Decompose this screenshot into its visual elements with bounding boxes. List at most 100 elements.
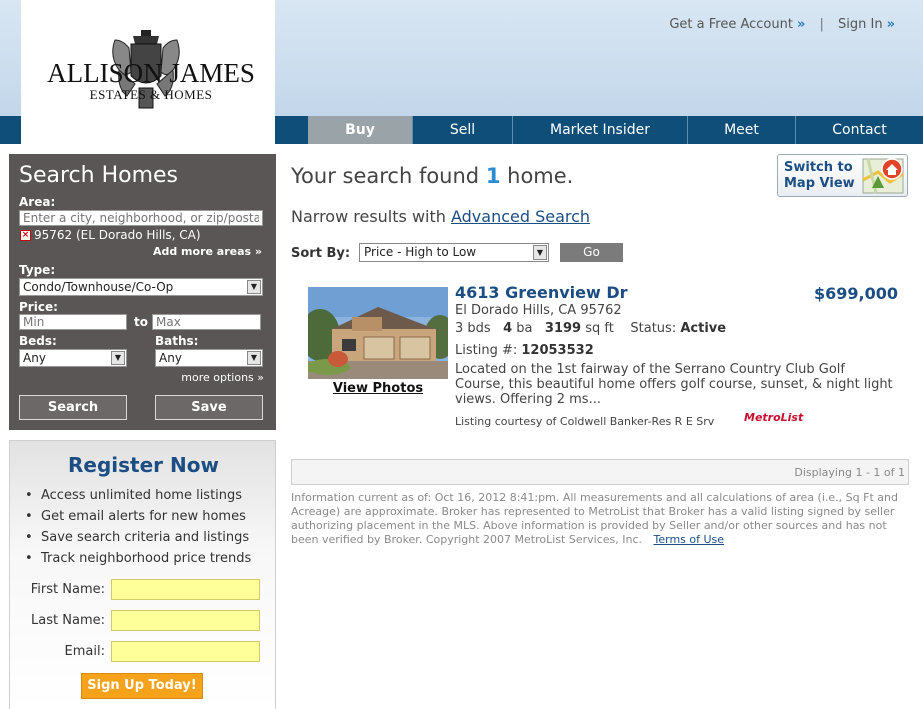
results-heading-suffix: home. [507, 164, 574, 188]
listing-description: Located on the 1st fairway of the Serran… [455, 362, 893, 407]
metrolist-logo: MetroList [744, 411, 804, 424]
email-label: Email: [64, 644, 105, 659]
add-more-areas-link[interactable]: Add more areas » [153, 245, 262, 258]
account-links: Get a Free Account» | Sign In» [669, 17, 895, 32]
listing-baths-unit: ba [516, 321, 533, 336]
search-button[interactable]: Search [19, 395, 127, 420]
beds-select[interactable]: Any ▼ [19, 349, 127, 367]
price-to-label: to [134, 315, 148, 329]
listing-city: El Dorado Hills, CA 95762 [455, 303, 622, 318]
brand-name: ALLISON JAMES [47, 58, 255, 88]
beds-select-value: Any [23, 351, 46, 365]
logo[interactable]: ALLISON JAMES ESTATES & HOMES [21, 0, 275, 144]
last-name-label: Last Name: [31, 613, 105, 628]
narrow-prefix: Narrow results with [291, 207, 446, 226]
baths-select-value: Any [159, 351, 182, 365]
link-separator: | [819, 17, 824, 32]
email-field[interactable] [111, 641, 260, 662]
listing-price: $699,000 [813, 284, 898, 303]
chevron-down-icon: ▼ [247, 351, 261, 365]
sort-select[interactable]: Price - High to Low ▼ [359, 243, 549, 262]
bullet: • [25, 509, 33, 524]
map-view-line2: Map View [784, 176, 855, 191]
listing-facts: 3 bds 4 ba 3199 sq ft Status: Active [455, 321, 726, 336]
chevron-down-icon: ▼ [533, 245, 547, 260]
disclaimer-text: Information current as of: Oct 16, 2012 … [291, 491, 905, 547]
narrow-results: Narrow results with Advanced Search [291, 207, 590, 226]
terms-of-use-link[interactable]: Terms of Use [654, 533, 725, 546]
baths-select[interactable]: Any ▼ [155, 349, 263, 367]
list-item: • Save search criteria and listings [25, 527, 251, 548]
benefit-text: Track neighborhood price trends [41, 551, 252, 566]
type-label: Type: [19, 263, 56, 277]
listing-status-label: Status: [630, 321, 677, 336]
view-photos-link[interactable]: View Photos [308, 381, 448, 396]
baths-label: Baths: [155, 334, 199, 348]
free-account-link[interactable]: Get a Free Account [669, 17, 793, 32]
brand-tagline: ESTATES & HOMES [89, 87, 213, 102]
type-select[interactable]: Condo/Townhouse/Co-Op ▼ [19, 278, 263, 296]
nav-contact[interactable]: Contact [795, 116, 923, 144]
listing-beds: 3 [455, 321, 464, 336]
price-label: Price: [19, 300, 58, 314]
pagination-bar: Displaying 1 - 1 of 1 [291, 459, 909, 485]
map-view-button[interactable]: Switch to Map View [777, 154, 908, 197]
double-arrow-icon: » [796, 17, 806, 32]
list-item: • Access unlimited home listings [25, 485, 251, 506]
listing-number-label: Listing #: [455, 343, 518, 358]
nav-market-insider[interactable]: Market Insider [512, 116, 687, 144]
benefit-text: Access unlimited home listings [41, 488, 243, 503]
area-input[interactable] [19, 210, 263, 226]
beds-label: Beds: [19, 334, 57, 348]
register-title: Register Now [68, 453, 219, 477]
bullet: • [25, 530, 33, 545]
listing-sqft: 3199 [544, 321, 582, 336]
area-label: Area: [19, 195, 56, 209]
listing-sqft-unit: sq ft [585, 321, 614, 336]
listing-address-link[interactable]: 4613 Greenview Dr [455, 283, 628, 302]
advanced-search-link[interactable]: Advanced Search [451, 207, 590, 226]
sort-select-value: Price - High to Low [364, 245, 477, 259]
sign-in-link[interactable]: Sign In [838, 17, 883, 32]
nav-meet[interactable]: Meet [687, 116, 795, 144]
chevron-down-icon: ▼ [247, 280, 261, 294]
double-arrow-icon: » [886, 17, 895, 32]
bullet: • [25, 551, 33, 566]
results-count: 1 [485, 164, 501, 188]
listing-courtesy: Listing courtesy of Coldwell Banker-Res … [455, 415, 715, 428]
benefit-text: Save search criteria and listings [41, 530, 250, 545]
nav-buy[interactable]: Buy [308, 116, 412, 144]
results-heading-prefix: Your search found [291, 164, 480, 188]
search-panel-title: Search Homes [19, 163, 179, 188]
search-homes-panel: Search Homes Area: × 95762 (EL Dorado Hi… [9, 154, 276, 430]
listing-beds-unit: bds [467, 321, 491, 336]
first-name-field[interactable] [111, 579, 260, 600]
listing-photo[interactable] [308, 287, 448, 379]
nav-sell[interactable]: Sell [412, 116, 512, 144]
disclaimer-body: Information current as of: Oct 16, 2012 … [291, 491, 898, 546]
last-name-field[interactable] [111, 610, 260, 631]
save-search-button[interactable]: Save [155, 395, 263, 420]
map-view-line1: Switch to [784, 160, 853, 175]
sort-by-label: Sort By: [291, 246, 351, 261]
remove-area-icon[interactable]: × [20, 230, 31, 241]
price-min-input[interactable] [19, 314, 127, 330]
selected-area-tag: 95762 (EL Dorado Hills, CA) [34, 228, 201, 242]
go-button[interactable]: Go [560, 243, 623, 262]
listing-number: Listing #: 12053532 [455, 343, 594, 358]
chevron-down-icon: ▼ [111, 351, 125, 365]
benefits-list: • Access unlimited home listings • Get ema… [25, 485, 251, 569]
type-select-value: Condo/Townhouse/Co-Op [23, 280, 174, 294]
first-name-label: First Name: [30, 582, 105, 597]
more-options-link[interactable]: more options » [181, 371, 264, 384]
listing-number-value: 12053532 [521, 343, 594, 358]
map-view-label: Switch to Map View [784, 160, 855, 192]
sign-up-button[interactable]: Sign Up Today! [81, 673, 203, 699]
bullet: • [25, 488, 33, 503]
listing-status: Active [680, 321, 727, 336]
listing-baths: 4 [503, 321, 513, 336]
list-item: • Get email alerts for new homes [25, 506, 251, 527]
register-panel: Register Now • Access unlimited home list… [9, 440, 276, 709]
list-item: • Track neighborhood price trends [25, 548, 251, 569]
price-max-input[interactable] [152, 314, 261, 330]
